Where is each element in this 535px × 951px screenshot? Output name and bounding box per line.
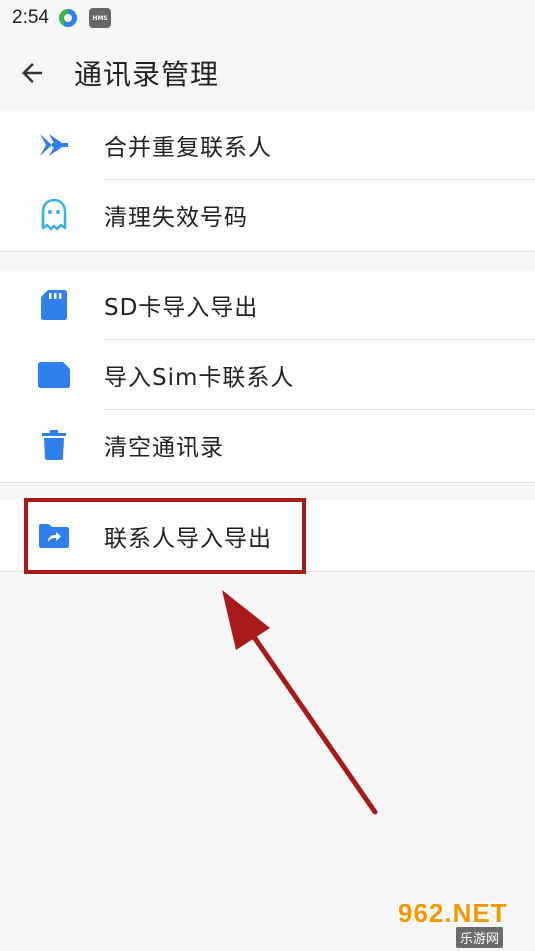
menu-item-clear-contacts[interactable]: 清空通讯录 bbox=[0, 410, 535, 480]
menu-item-label: SD卡导入导出 bbox=[104, 295, 259, 321]
page-title: 通讯录管理 bbox=[74, 58, 220, 91]
watermark-logo: 962.NET 乐游网 bbox=[398, 898, 530, 948]
merge-arrows-icon bbox=[36, 127, 72, 163]
settings-group-2: SD卡导入导出 导入Sim卡联系人 清空通讯录 bbox=[0, 270, 535, 483]
status-time: 2:54 bbox=[12, 7, 49, 28]
watermark-subtext: 乐游网 bbox=[456, 927, 504, 948]
sd-card-icon bbox=[36, 287, 72, 323]
menu-item-sd-import-export[interactable]: SD卡导入导出 bbox=[0, 270, 535, 340]
highlight-box bbox=[24, 498, 306, 574]
app-bar: 通讯录管理 bbox=[0, 36, 535, 110]
arrow-left-icon bbox=[22, 63, 42, 83]
trash-icon bbox=[36, 427, 72, 463]
menu-item-clean-invalid-numbers[interactable]: 清理失效号码 bbox=[0, 180, 535, 250]
refresh-app-icon bbox=[58, 9, 77, 27]
watermark-text: 962.NET bbox=[398, 898, 508, 928]
menu-item-label: 导入Sim卡联系人 bbox=[104, 365, 295, 391]
settings-group-1: 合并重复联系人 清理失效号码 bbox=[0, 110, 535, 252]
hms-icon-text: HMS bbox=[92, 14, 108, 22]
ghost-icon bbox=[36, 197, 72, 233]
hms-icon: HMS bbox=[88, 8, 111, 28]
status-bar: 2:54 HMS bbox=[0, 0, 535, 36]
menu-item-label: 清理失效号码 bbox=[104, 205, 248, 231]
sim-card-icon bbox=[36, 357, 72, 393]
menu-item-import-sim[interactable]: 导入Sim卡联系人 bbox=[0, 340, 535, 410]
menu-item-label: 清空通讯录 bbox=[104, 435, 224, 461]
menu-item-label: 合并重复联系人 bbox=[104, 135, 272, 161]
menu-item-merge-duplicates[interactable]: 合并重复联系人 bbox=[0, 110, 535, 180]
back-button[interactable] bbox=[2, 36, 62, 110]
